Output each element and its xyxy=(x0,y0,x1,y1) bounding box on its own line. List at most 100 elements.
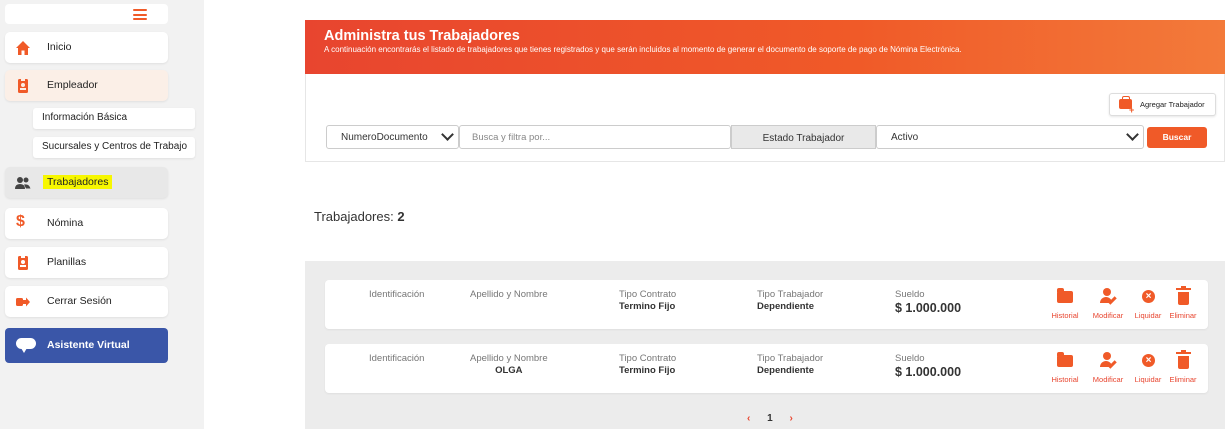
filter-panel: + Agregar Trabajador NumeroDocumento Est… xyxy=(305,74,1225,162)
estado-trabajador-label: Estado Trabajador xyxy=(731,125,876,149)
worker-type-column: Tipo Trabajador Dependiente xyxy=(757,289,823,312)
delete-button[interactable]: Eliminar xyxy=(1166,350,1200,384)
plus-icon: + xyxy=(1129,105,1135,115)
column-label: Tipo Contrato xyxy=(619,353,677,364)
sidebar-item-cerrar-sesion[interactable]: Cerrar Sesión xyxy=(5,286,168,317)
prev-page-button[interactable]: ‹ xyxy=(747,413,750,424)
delete-label: Eliminar xyxy=(1169,375,1197,384)
add-worker-button[interactable]: + Agregar Trabajador xyxy=(1109,93,1216,116)
column-label: Tipo Contrato xyxy=(619,289,677,300)
sidebar-item-label: Planillas xyxy=(47,256,87,268)
name-column: Apellido y Nombre xyxy=(470,289,548,301)
estado-select[interactable]: Activo xyxy=(876,125,1144,149)
column-label: Identificación xyxy=(369,289,425,300)
sidebar-item-nomina[interactable]: $ Nómina xyxy=(5,208,168,239)
chat-bubble-icon xyxy=(16,338,36,353)
history-button[interactable]: Historial xyxy=(1048,352,1082,384)
worker-contract: Termino Fijo xyxy=(619,301,676,312)
sidebar-item-planillas[interactable]: Planillas xyxy=(5,247,168,278)
edit-label: Modificar xyxy=(1092,375,1124,384)
worker-contract: Termino Fijo xyxy=(619,365,676,376)
worker-type-column: Tipo Trabajador Dependiente xyxy=(757,353,823,376)
edit-label: Modificar xyxy=(1092,311,1124,320)
sidebar-item-label: Cerrar Sesión xyxy=(47,295,112,307)
sidebar-item-label: Nómina xyxy=(47,217,84,229)
contract-column: Tipo Contrato Termino Fijo xyxy=(619,353,676,376)
filter-field-value: NumeroDocumento xyxy=(341,132,428,143)
sidebar-subitem-label: Sucursales y Centros de Trabajo xyxy=(42,141,188,152)
settle-button[interactable]: × Liquidar xyxy=(1131,288,1165,320)
sidebar-item-label: Empleador xyxy=(47,79,98,91)
worker-name: OLGA xyxy=(495,365,523,376)
worker-type: Dependiente xyxy=(757,365,815,376)
sidebar-item-inicio[interactable]: Inicio xyxy=(5,32,168,63)
page-header: Administra tus Trabajadores A continuaci… xyxy=(305,20,1225,74)
sidebar-top xyxy=(5,4,168,24)
add-worker-label: Agregar Trabajador xyxy=(1140,100,1205,109)
id-column: Identificación xyxy=(369,353,424,365)
chevron-down-icon xyxy=(441,128,454,141)
worker-salary: $ 1.000.000 xyxy=(895,301,962,315)
worker-salary: $ 1.000.000 xyxy=(895,365,962,379)
estado-label-text: Estado Trabajador xyxy=(762,133,845,144)
salary-column: Sueldo $ 1.000.000 xyxy=(895,289,961,315)
users-icon xyxy=(15,177,31,189)
trash-icon xyxy=(1176,286,1191,305)
list-item: Identificación Apellido y Nombre OLGA Ti… xyxy=(325,344,1208,393)
search-input[interactable] xyxy=(459,125,731,149)
worker-type: Dependiente xyxy=(757,301,815,312)
id-column: Identificación xyxy=(369,289,424,301)
user-edit-icon xyxy=(1091,288,1125,306)
filter-field-select[interactable]: NumeroDocumento xyxy=(326,125,459,149)
history-button[interactable]: Historial xyxy=(1048,288,1082,320)
edit-button[interactable]: Modificar xyxy=(1091,288,1125,320)
estado-value: Activo xyxy=(891,132,919,143)
edit-button[interactable]: Modificar xyxy=(1091,352,1125,384)
delete-button[interactable]: Eliminar xyxy=(1166,286,1200,320)
sidebar-subitem-sucursales[interactable]: Sucursales y Centros de Trabajo xyxy=(33,137,195,158)
workers-list: Identificación Apellido y Nombre Tipo Co… xyxy=(305,261,1225,429)
next-page-button[interactable]: › xyxy=(789,413,792,424)
sidebar: Inicio Empleador Información Básica Sucu… xyxy=(0,0,204,429)
list-item: Identificación Apellido y Nombre Tipo Co… xyxy=(325,280,1208,329)
sidebar-item-label: Trabajadores xyxy=(43,175,113,189)
home-icon xyxy=(16,41,30,55)
page-number[interactable]: 1 xyxy=(767,413,773,424)
virtual-assistant-button[interactable]: Asistente Virtual xyxy=(5,328,168,363)
workers-count-label: Trabajadores: xyxy=(314,209,394,224)
sidebar-item-label: Inicio xyxy=(47,41,72,53)
column-label: Apellido y Nombre xyxy=(470,289,548,300)
logout-icon xyxy=(16,297,30,307)
folder-icon xyxy=(1057,352,1073,367)
settle-label: Liquidar xyxy=(1134,311,1162,320)
column-label: Sueldo xyxy=(895,353,925,364)
workers-count-value: 2 xyxy=(397,209,405,224)
search-button[interactable]: Buscar xyxy=(1147,127,1207,148)
clipboard-icon xyxy=(18,255,28,270)
column-label: Tipo Trabajador xyxy=(757,353,824,364)
folder-icon xyxy=(1057,288,1073,303)
delete-label: Eliminar xyxy=(1169,311,1197,320)
pagination: ‹ 1 › xyxy=(740,413,800,424)
chevron-down-icon xyxy=(1126,128,1139,141)
settle-label: Liquidar xyxy=(1134,375,1162,384)
close-circle-icon: × xyxy=(1142,354,1155,367)
settle-button[interactable]: × Liquidar xyxy=(1131,352,1165,384)
close-circle-icon: × xyxy=(1142,290,1155,303)
column-label: Identificación xyxy=(369,353,425,364)
history-label: Historial xyxy=(1051,311,1079,320)
page-title: Administra tus Trabajadores xyxy=(324,28,520,44)
salary-column: Sueldo $ 1.000.000 xyxy=(895,353,961,379)
user-edit-icon xyxy=(1091,352,1125,370)
sidebar-subitem-informacion-basica[interactable]: Información Básica xyxy=(33,108,195,129)
sidebar-item-empleador[interactable]: Empleador xyxy=(5,70,168,101)
menu-icon[interactable] xyxy=(133,9,147,20)
virtual-assistant-label: Asistente Virtual xyxy=(47,339,130,351)
history-label: Historial xyxy=(1051,375,1079,384)
trash-icon xyxy=(1176,350,1191,369)
workers-count: Trabajadores: 2 xyxy=(314,209,405,224)
name-column: Apellido y Nombre OLGA xyxy=(470,353,548,376)
sidebar-item-trabajadores[interactable]: Trabajadores xyxy=(5,167,168,198)
contract-column: Tipo Contrato Termino Fijo xyxy=(619,289,676,312)
column-label: Tipo Trabajador xyxy=(757,289,824,300)
